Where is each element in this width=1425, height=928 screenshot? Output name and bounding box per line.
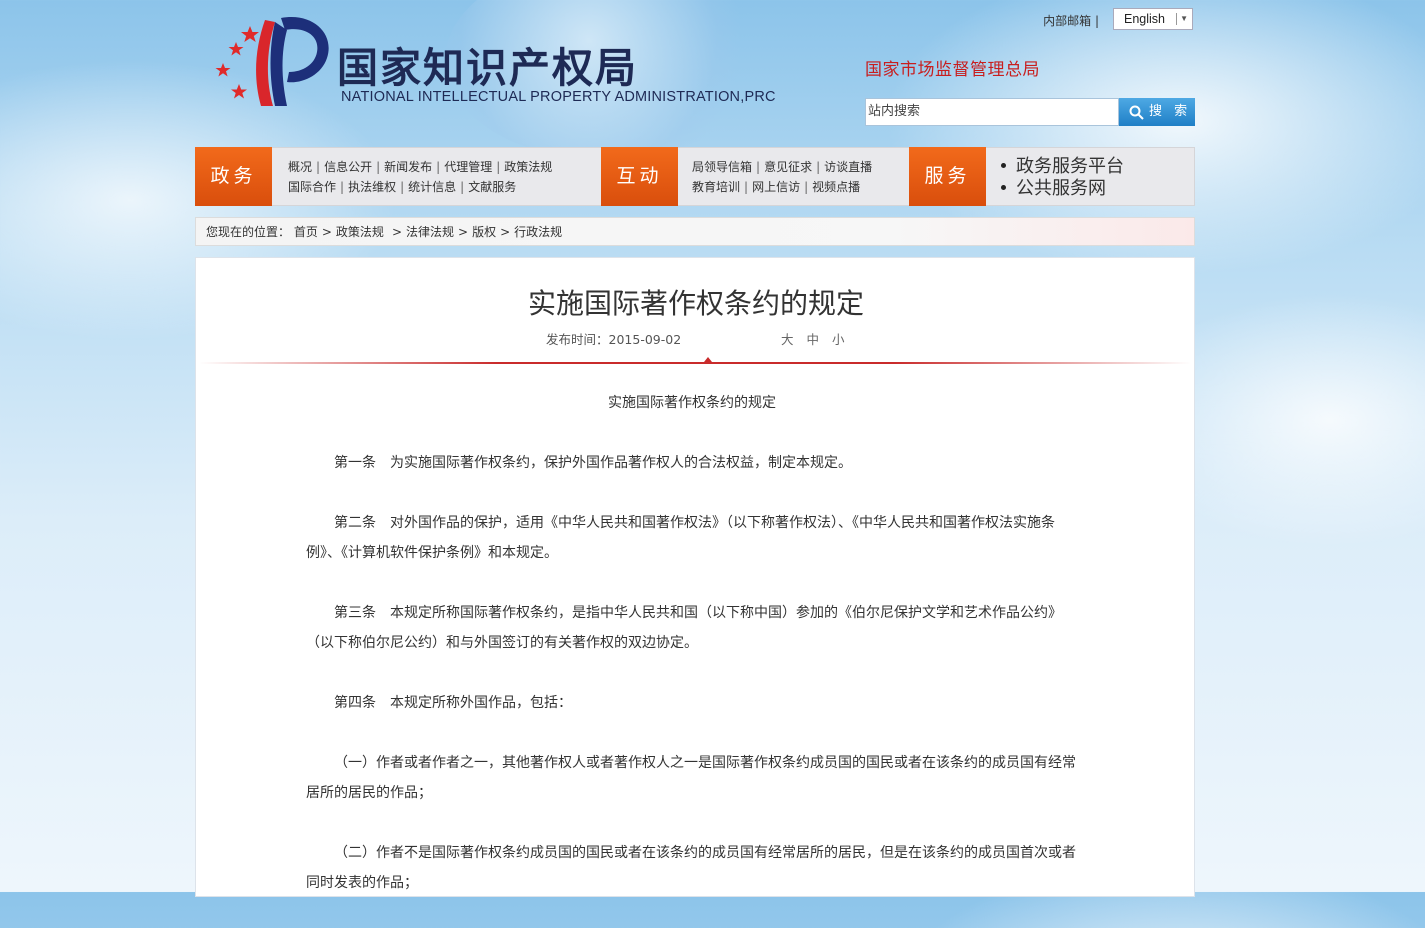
breadcrumb-item[interactable]: 行政法规 (514, 225, 562, 239)
star-icon (231, 84, 247, 99)
search-button-label: 搜 索 (1149, 104, 1192, 119)
nav-interact-links: 局领导信箱 | 意见征求 | 访谈直播 教育培训 | 网上信访 | 视频点播 (692, 160, 873, 194)
nav-link[interactable]: 局领导信箱 (692, 160, 752, 174)
nav-link[interactable]: 信息公开 (324, 160, 372, 174)
page-wrapper: 国家知识产权局 NATIONAL INTELLECTUAL PROPERTY A… (195, 0, 1195, 897)
nav-link[interactable]: 访谈直播 (824, 160, 872, 174)
article-paragraph: 实施国际著作权条约的规定 (608, 395, 776, 411)
breadcrumb-item[interactable]: 版权 (472, 225, 496, 239)
article-paragraph: （二）作者不是国际著作权条约成员国的国民或者在该条约的成员国有经常居所的居民，但… (306, 845, 1076, 891)
breadcrumb-prefix: 您现在的位置： (206, 225, 291, 239)
publish-info: 发布时间：2015-09-02 (546, 329, 681, 348)
publish-date: 2015-09-02 (608, 332, 682, 347)
font-size-medium[interactable]: 中 (807, 332, 820, 347)
nav-link[interactable]: 概况 (288, 160, 312, 174)
nav-link[interactable]: 网上信访 (752, 180, 800, 194)
nav-link[interactable]: 新闻发布 (384, 160, 432, 174)
nav-link[interactable]: 意见征求 (764, 160, 812, 174)
service-link-platform[interactable]: 政务服务平台 (1001, 156, 1124, 178)
article-paragraph: 第三条 本规定所称国际著作权条约，是指中华人民共和国（以下称中国）参加的《伯尔尼… (306, 605, 1062, 651)
article-paragraph: 第四条 本规定所称外国作品，包括： (334, 695, 572, 711)
nav-link[interactable]: 视频点播 (812, 180, 860, 194)
article-paragraph: （一）作者或者作者之一，其他著作权人或者著作权人之一是国际著作权条约成员国的国民… (306, 755, 1076, 801)
divider (1176, 13, 1177, 25)
font-size-small[interactable]: 小 (832, 332, 845, 347)
title-divider (199, 357, 1191, 364)
search-input[interactable]: 站内搜索 (865, 98, 1119, 126)
nav-link[interactable]: 统计信息 (408, 180, 456, 194)
nav-link[interactable]: 国际合作 (288, 180, 336, 194)
logo-title-cn[interactable]: 国家知识产权局 (337, 34, 638, 94)
divider: | (1091, 14, 1099, 28)
breadcrumb-item[interactable]: 首页 (294, 225, 318, 239)
main-nav: 政务 概况 | 信息公开 | 新闻发布 | 代理管理 | 政策法规 国际合作 | 执法维权 | 统计信息… (195, 147, 1195, 206)
font-size-large[interactable]: 大 (781, 332, 794, 347)
publish-label: 发布时间： (546, 332, 609, 347)
article-paragraph: 第二条 对外国作品的保护，适用《中华人民共和国著作权法》（以下称著作权法）、《中… (306, 515, 1055, 561)
article-panel: 实施国际著作权条约的规定 发布时间：2015-09-02 大 中 小 实施国际著… (195, 257, 1195, 897)
breadcrumb-item[interactable]: 法律法规 (406, 225, 454, 239)
nav-category-service[interactable]: 服务 (909, 147, 986, 206)
chevron-down-icon: ▼ (1180, 14, 1188, 23)
article-body: 实施国际著作权条约的规定 第一条 为实施国际著作权条约，保护外国作品著作权人的合… (306, 388, 1078, 928)
article-paragraph: 第一条 为实施国际著作权条约，保护外国作品著作权人的合法权益，制定本规定。 (334, 455, 852, 471)
article-title: 实施国际著作权条约的规定 (527, 287, 864, 320)
breadcrumb-item[interactable]: 政策法规 (336, 225, 384, 239)
star-icon (228, 42, 244, 56)
nav-service-links: 政务服务平台 公共服务网 (1001, 156, 1124, 200)
font-size-switcher: 大 中 小 (781, 329, 854, 348)
star-icon (215, 63, 231, 77)
internal-mail-link[interactable]: 内部邮箱 (1043, 14, 1091, 28)
nav-link[interactable]: 执法维权 (348, 180, 396, 194)
breadcrumb: 您现在的位置： 首页 > 政策法规 > 法律法规 > 版权 > 行政法规 (195, 217, 1195, 246)
language-select[interactable]: English ▼ (1113, 8, 1193, 30)
star-icon (241, 26, 259, 42)
search-icon (1129, 105, 1144, 120)
language-selected-value: English (1124, 12, 1165, 26)
logo-title-en[interactable]: NATIONAL INTELLECTUAL PROPERTY ADMINISTR… (341, 89, 776, 105)
service-link-public[interactable]: 公共服务网 (1001, 178, 1124, 200)
nav-category-gov[interactable]: 政务 (195, 147, 272, 206)
search-button[interactable]: 搜 索 (1119, 98, 1195, 126)
nav-category-interact[interactable]: 互动 (601, 147, 678, 206)
top-links: 内部邮箱 | (1043, 12, 1099, 29)
nav-link[interactable]: 文献服务 (468, 180, 516, 194)
nav-link[interactable]: 政策法规 (504, 160, 552, 174)
cnipa-logo-emblem[interactable] (203, 8, 333, 108)
nav-gov-links: 概况 | 信息公开 | 新闻发布 | 代理管理 | 政策法规 国际合作 | 执法维权 | 统计信息 | 文献… (288, 160, 553, 194)
nav-link[interactable]: 代理管理 (444, 160, 492, 174)
parent-agency-link[interactable]: 国家市场监督管理总局 (865, 55, 1040, 80)
nav-link[interactable]: 教育培训 (692, 180, 740, 194)
